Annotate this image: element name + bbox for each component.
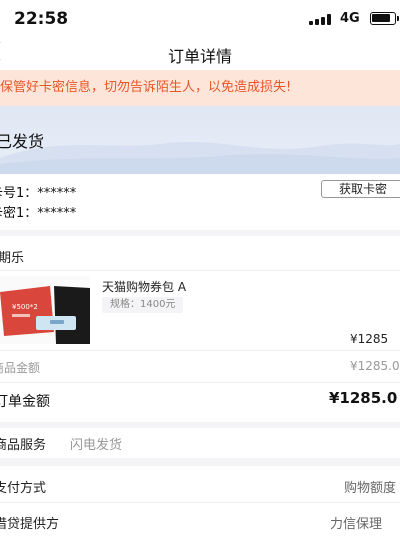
divider (0, 270, 400, 271)
product-price: ¥1285 (350, 332, 389, 346)
warning-banner: 保管好卡密信息，切勿告诉陌生人，以免造成损失! (0, 70, 400, 106)
provider-value: 力信保理 (330, 517, 383, 532)
signal-icon (309, 14, 331, 25)
product-name[interactable]: 天猫购物券包 A (102, 278, 186, 295)
divider (0, 502, 400, 503)
battery-icon (370, 12, 399, 25)
get-card-password-button[interactable]: 获取卡密 (321, 180, 400, 198)
network-type: 4G (340, 11, 360, 26)
goods-amount-label: 商品金额 (0, 361, 41, 375)
order-status-panel: 已发货 (0, 106, 400, 174)
divider (0, 350, 400, 351)
divider (0, 382, 400, 383)
payment-method-label: 支付方式 (0, 481, 47, 496)
order-status-text: 已发货 (0, 132, 45, 151)
card-number-row: 卡号1：****** (0, 182, 76, 201)
coupon-image: ¥500*2 (0, 276, 90, 344)
card-password-row: 卡密1：****** (0, 202, 76, 221)
card-password-value: ****** (37, 206, 77, 221)
provider-label: 借贷提供方 (0, 517, 60, 532)
service-value: 闪电发货 (70, 438, 123, 453)
card-password-label: 卡密1： (0, 206, 38, 221)
status-bar: 22:58 4G (0, 0, 400, 38)
product-thumbnail[interactable]: ¥500*2 (0, 276, 90, 344)
order-amount-label: 订单金额 (0, 394, 50, 410)
product-spec: 规格：1400元 (102, 297, 184, 313)
shop-name: 期乐 (0, 251, 25, 266)
order-amount: ¥1285.0 (329, 389, 398, 407)
card-number-label: 卡号1： (0, 186, 38, 201)
service-label: 商品服务 (0, 438, 47, 453)
status-time: 22:58 (14, 9, 69, 29)
payment-section: 支付方式 购物额度 借贷提供方 力信保理 (0, 466, 400, 538)
card-number-value: ****** (37, 186, 77, 201)
nav-bar: 订单详情 (0, 38, 400, 70)
shop-section: 期乐 ¥500*2 天猫购物券包 A 规格：1400元 ¥1285 商品金额 ¥… (0, 236, 400, 422)
coupon-value: ¥500*2 (12, 303, 38, 311)
service-row: 商品服务 闪电发货 (0, 428, 400, 458)
page-title: 订单详情 (167, 47, 232, 66)
goods-amount: ¥1285.0 (350, 359, 400, 373)
mountain-illustration (0, 142, 400, 174)
payment-method-value: 购物额度 (344, 481, 397, 496)
